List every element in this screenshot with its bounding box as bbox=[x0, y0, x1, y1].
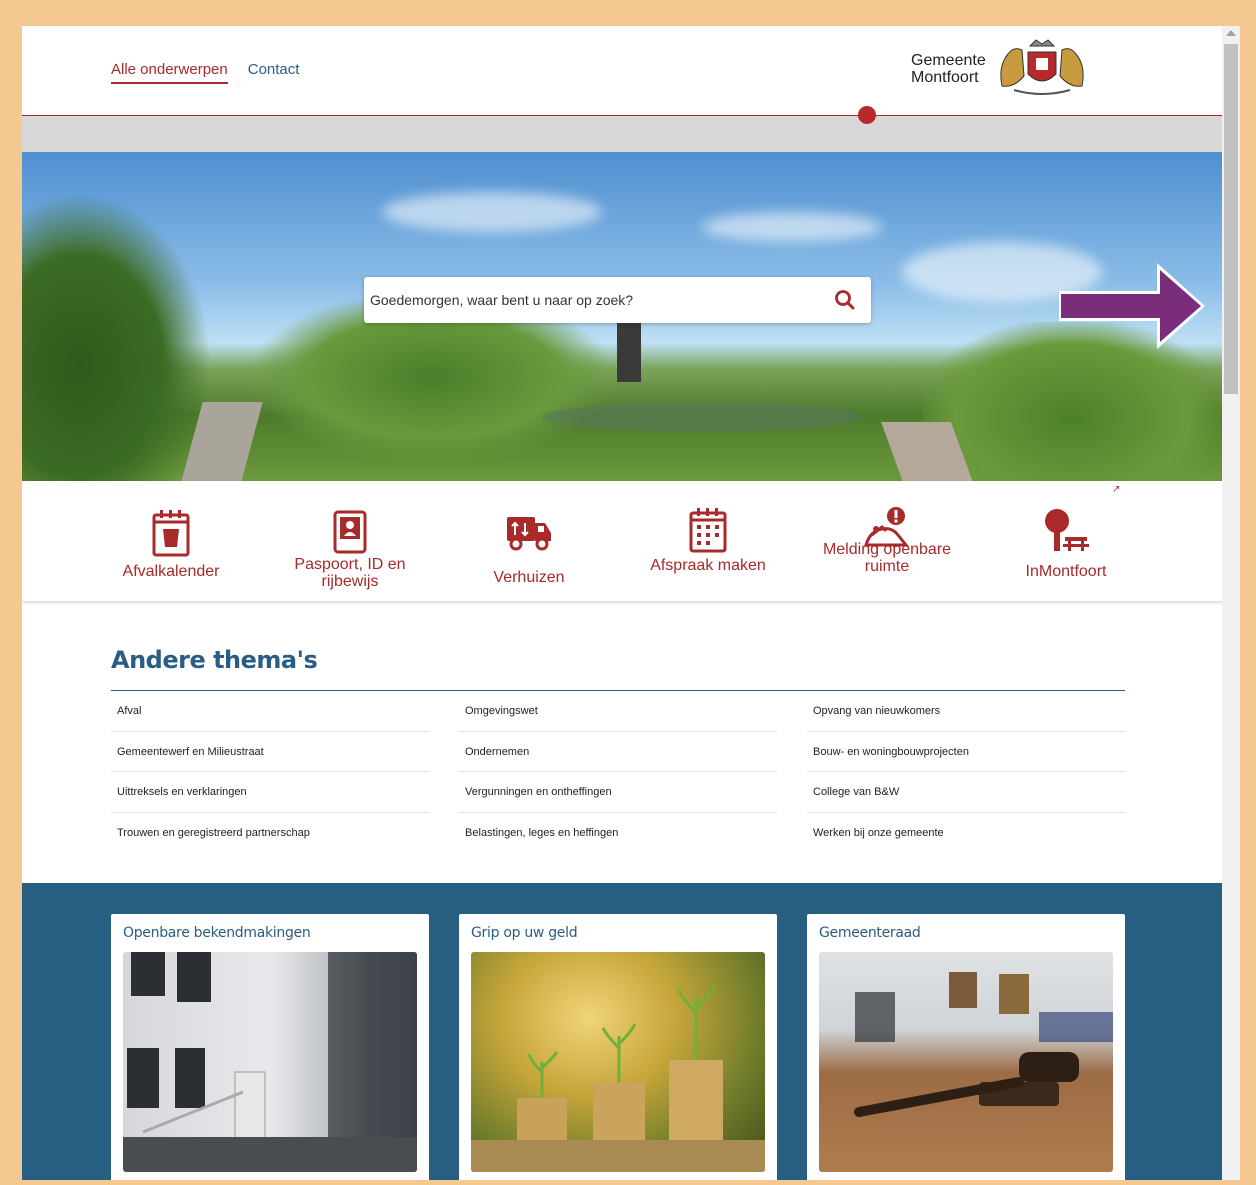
quick-links-bar: ↗ Afvalkalender Paspoort, ID en rijbewij… bbox=[22, 481, 1222, 601]
theme-link[interactable]: Uittreksels en verklaringen bbox=[111, 772, 429, 813]
quick-link-melding[interactable]: Melding openbare ruimte bbox=[807, 481, 967, 601]
theme-link[interactable]: Opvang van nieuwkomers bbox=[807, 691, 1125, 732]
quick-link-label: InMontfoort bbox=[1025, 563, 1107, 580]
browser-viewport: Alle onderwerpen Contact Gemeente Montfo… bbox=[22, 26, 1222, 1180]
theme-link[interactable]: Werken bij onze gemeente bbox=[807, 813, 1125, 854]
quick-link-verhuizen[interactable]: Verhuizen bbox=[449, 481, 609, 601]
hero-canal bbox=[542, 402, 862, 432]
vertical-scrollbar[interactable] bbox=[1222, 26, 1240, 1180]
theme-link[interactable]: Bouw- en woningbouwprojecten bbox=[807, 732, 1125, 772]
quick-link-label: Paspoort, ID en rijbewijs bbox=[294, 556, 406, 590]
search-icon[interactable] bbox=[834, 289, 856, 311]
quick-link-inmontfoort[interactable]: InMontfoort bbox=[986, 481, 1146, 601]
quick-link-paspoort[interactable]: Paspoort, ID en rijbewijs bbox=[270, 481, 430, 601]
hero-cloud bbox=[702, 212, 882, 242]
card-gemeenteraad[interactable]: Gemeenteraad bbox=[807, 914, 1125, 1180]
scrollbar-thumb[interactable] bbox=[1224, 44, 1238, 394]
themes-column-1: Afval Gemeentewerf en Milieustraat Uittr… bbox=[111, 691, 429, 853]
council-room-illustration bbox=[854, 972, 1113, 1117]
card-openbare-bekendmakingen[interactable]: Openbare bekendmakingen bbox=[111, 914, 429, 1180]
card-image-town-hall bbox=[123, 952, 417, 1172]
theme-link[interactable]: Vergunningen en ontheffingen bbox=[459, 772, 777, 813]
theme-link[interactable]: Gemeentewerf en Milieustraat bbox=[111, 732, 429, 772]
card-title: Grip op uw geld bbox=[471, 925, 578, 941]
hero-windmill bbox=[617, 322, 641, 382]
theme-link[interactable]: Omgevingswet bbox=[459, 691, 777, 732]
header-red-dot bbox=[858, 106, 876, 124]
moving-truck-icon bbox=[507, 517, 551, 551]
quick-link-afvalkalender[interactable]: Afvalkalender bbox=[91, 481, 251, 601]
featured-section: Openbare bekendmakingen Grip op uw geld bbox=[22, 883, 1222, 1180]
logo-line-2: Montfoort bbox=[911, 69, 979, 86]
quick-link-label: Afvalkalender bbox=[122, 563, 220, 580]
theme-link[interactable]: Belastingen, leges en heffingen bbox=[459, 813, 777, 854]
top-nav: Alle onderwerpen Contact bbox=[111, 61, 299, 84]
header-grey-band bbox=[22, 116, 1222, 152]
search-box bbox=[364, 277, 871, 323]
quick-link-label: Melding openbare ruimte bbox=[822, 541, 952, 575]
hero-banner bbox=[22, 152, 1222, 481]
quick-link-afspraak[interactable]: Afspraak maken bbox=[628, 481, 788, 601]
card-title: Openbare bekendmakingen bbox=[123, 925, 311, 941]
theme-link[interactable]: College van B&W bbox=[807, 772, 1125, 813]
coins-plants-illustration bbox=[471, 985, 765, 1172]
passport-icon bbox=[333, 510, 367, 554]
nav-contact[interactable]: Contact bbox=[248, 61, 300, 84]
tree-bench-icon bbox=[1045, 509, 1089, 551]
quick-link-label: Verhuizen bbox=[493, 569, 565, 586]
card-image-council-room bbox=[819, 952, 1113, 1172]
themes-column-2: Omgevingswet Ondernemen Vergunningen en … bbox=[459, 691, 777, 853]
themes-column-3: Opvang van nieuwkomers Bouw- en woningbo… bbox=[807, 691, 1125, 853]
waste-bin-icon bbox=[152, 510, 190, 557]
coat-of-arms-icon[interactable] bbox=[994, 36, 1090, 96]
site-header: Alle onderwerpen Contact Gemeente Montfo… bbox=[22, 26, 1222, 116]
calendar-icon bbox=[689, 508, 727, 553]
themes-heading: Andere thema's bbox=[111, 646, 318, 674]
nav-alle-onderwerpen[interactable]: Alle onderwerpen bbox=[111, 61, 228, 84]
theme-link[interactable]: Ondernemen bbox=[459, 732, 777, 772]
scroll-up-arrow-icon[interactable] bbox=[1226, 30, 1236, 36]
town-hall-illustration bbox=[123, 952, 417, 1172]
annotation-arrow-icon bbox=[1059, 263, 1205, 349]
hero-cloud bbox=[382, 192, 602, 232]
site-logo-text[interactable]: Gemeente Montfoort bbox=[911, 52, 986, 86]
theme-link[interactable]: Afval bbox=[111, 691, 429, 732]
quick-link-label: Afspraak maken bbox=[650, 557, 766, 574]
card-image-coins-plants bbox=[471, 952, 765, 1172]
search-input[interactable] bbox=[370, 277, 820, 323]
theme-link[interactable]: Trouwen en geregistreerd partnerschap bbox=[111, 813, 429, 854]
logo-line-1: Gemeente bbox=[911, 52, 986, 69]
hero-trees-left bbox=[22, 192, 212, 481]
card-grip-op-uw-geld[interactable]: Grip op uw geld bbox=[459, 914, 777, 1180]
card-title: Gemeenteraad bbox=[819, 925, 921, 941]
